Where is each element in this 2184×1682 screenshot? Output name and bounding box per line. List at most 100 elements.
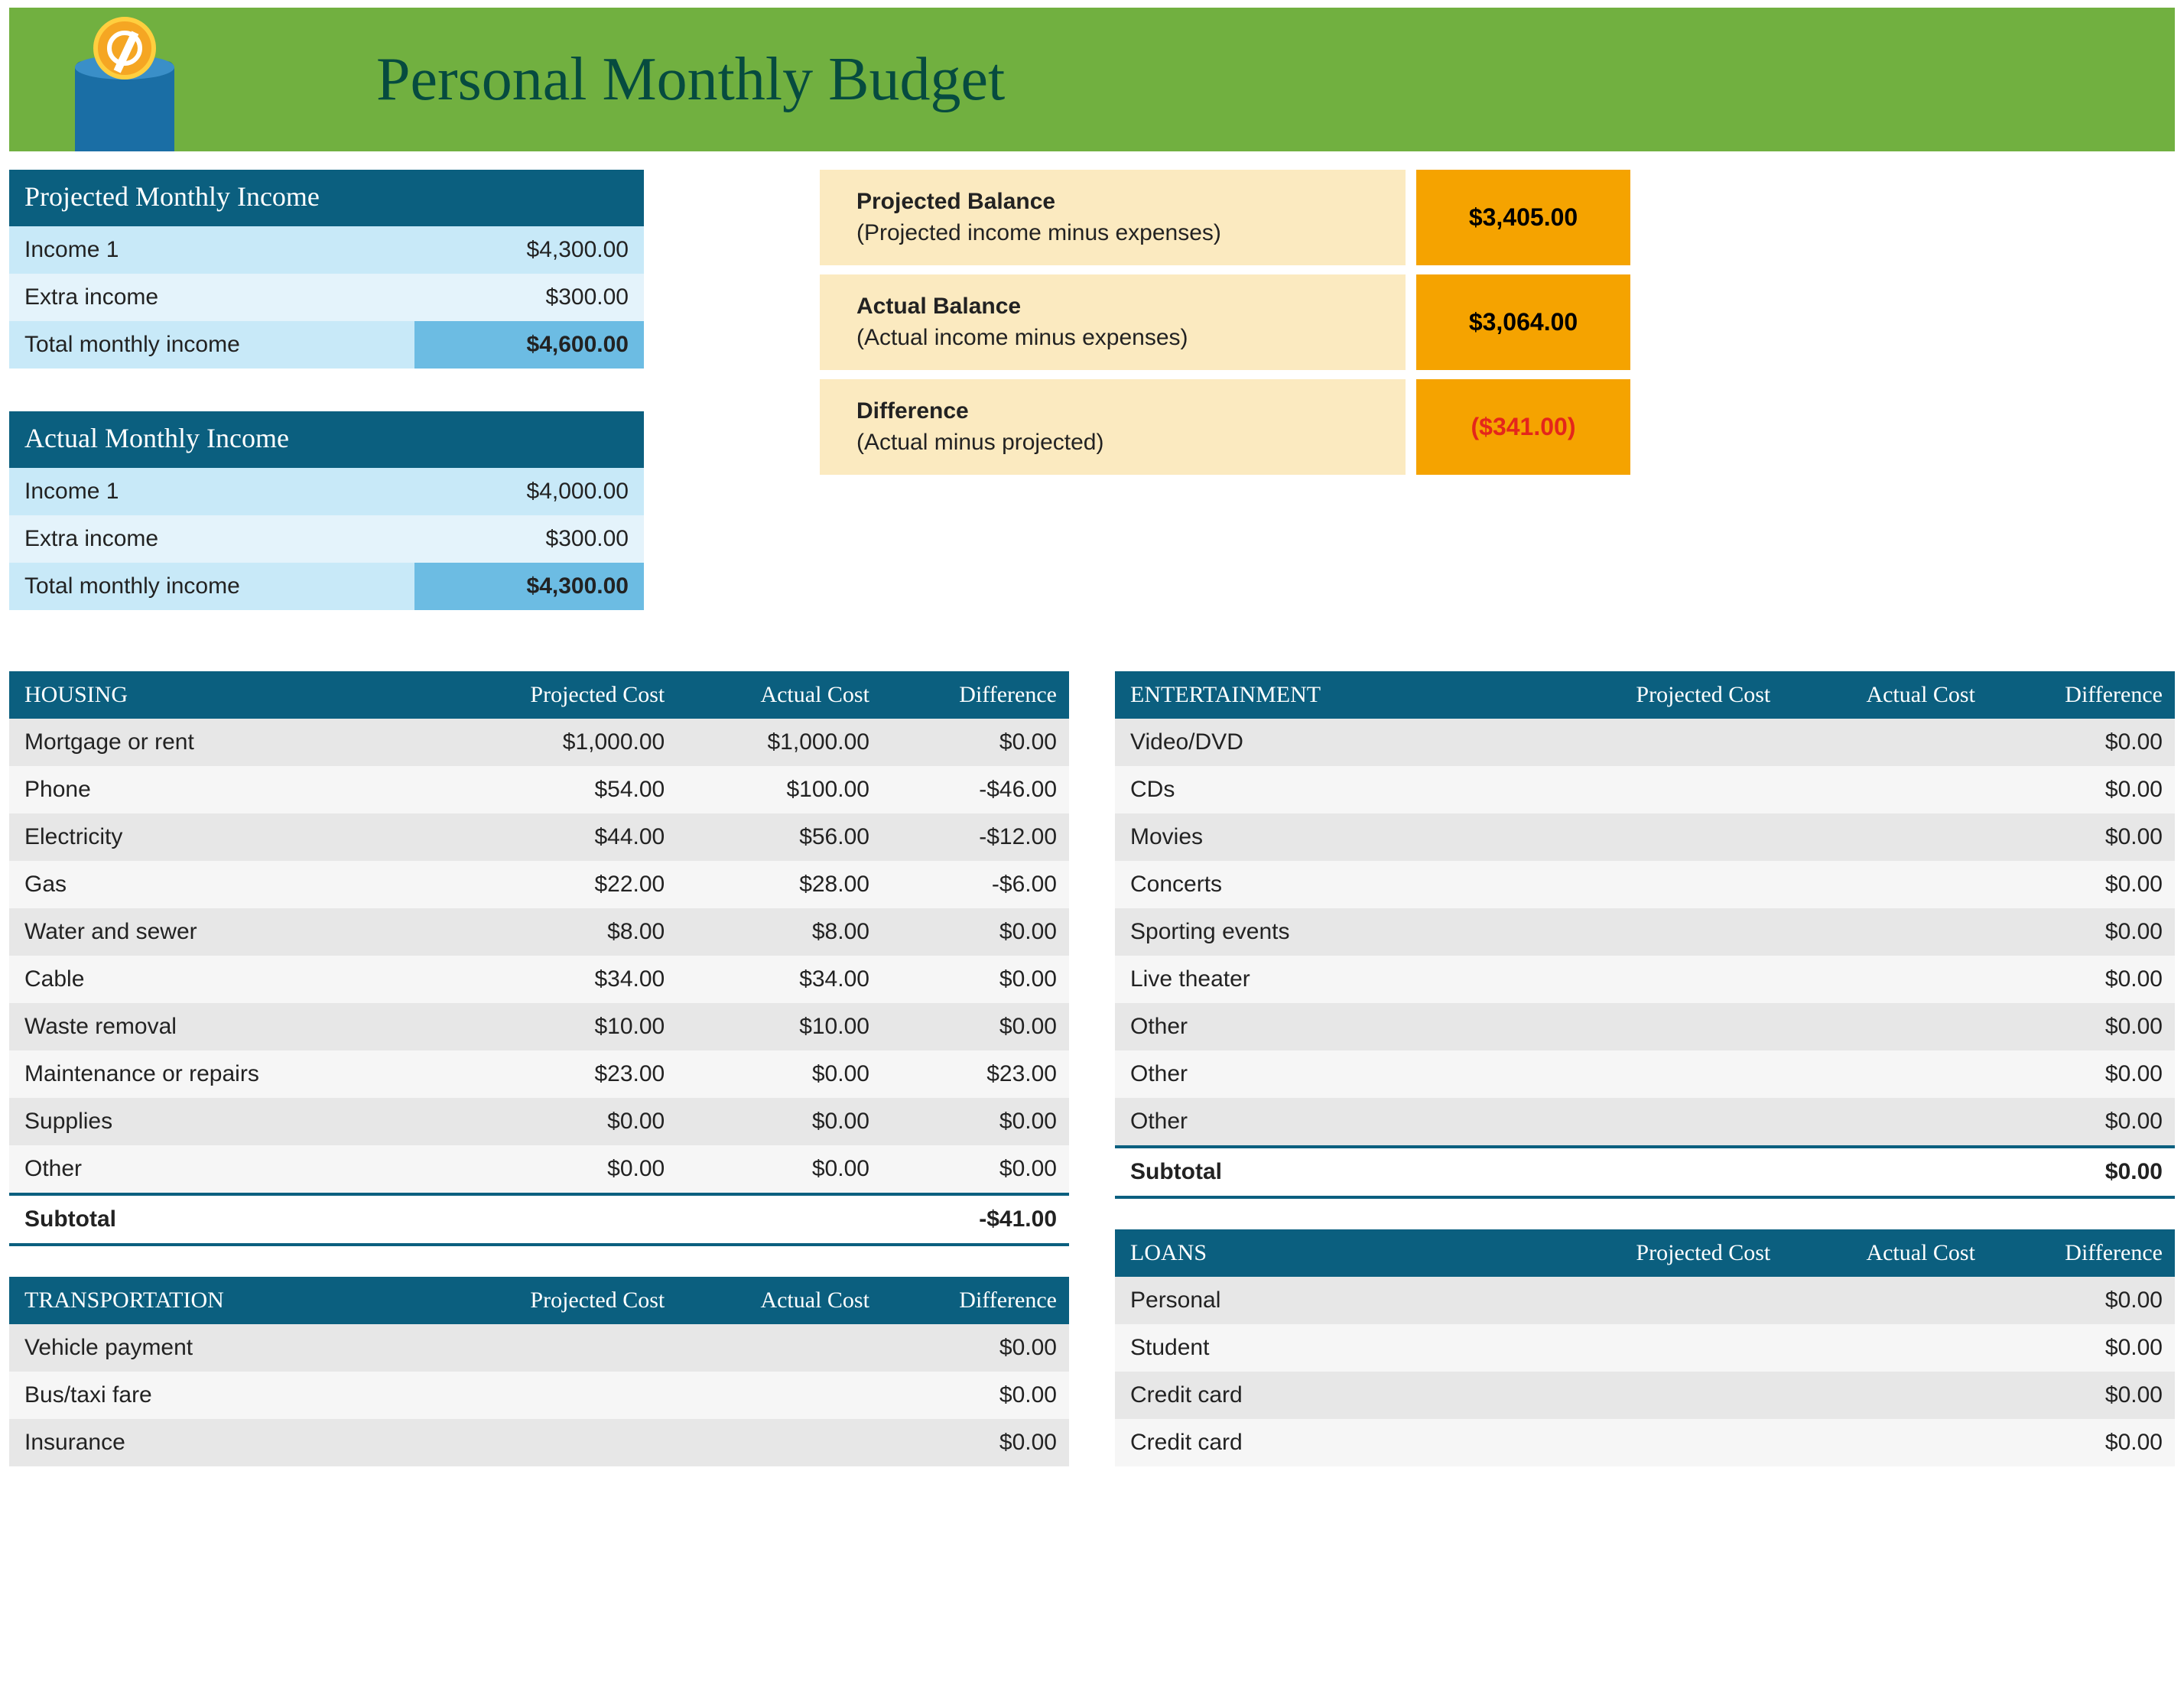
row-label: Credit card xyxy=(1115,1372,1539,1419)
actual-income-block: Actual Monthly Income Income 1 $4,000.00… xyxy=(9,411,644,610)
projected-cost: $34.00 xyxy=(433,956,677,1003)
actual-cost xyxy=(1783,1324,1987,1372)
table-row: Bus/taxi fare$0.00 xyxy=(9,1372,1069,1419)
row-label: Concerts xyxy=(1115,861,1539,908)
table-row: Live theater $0.00 xyxy=(1115,956,2175,1003)
projected-cost xyxy=(1539,719,1783,766)
actual-cost xyxy=(1783,1277,1987,1324)
income-label: Extra income xyxy=(24,284,158,310)
projected-cost xyxy=(1539,1098,1783,1145)
difference: $0.00 xyxy=(1987,766,2175,813)
row-label: Movies xyxy=(1115,813,1539,861)
income-total-row: Total monthly income $4,300.00 xyxy=(9,563,644,610)
difference: $0.00 xyxy=(1987,908,2175,956)
table-row: CDs $0.00 xyxy=(1115,766,2175,813)
row-label: Live theater xyxy=(1115,956,1539,1003)
table-row: Video/DVD$0.00 xyxy=(1115,719,2175,766)
row-label: Insurance xyxy=(9,1419,433,1466)
actual-cost: $56.00 xyxy=(677,813,882,861)
difference: $0.00 xyxy=(1987,813,2175,861)
table-row: Credit card $0.00 xyxy=(1115,1372,2175,1419)
difference: $0.00 xyxy=(1987,956,2175,1003)
balance-row: Projected Balance(Projected income minus… xyxy=(820,170,1630,265)
projected-cost: $0.00 xyxy=(433,1098,677,1145)
actual-cost: $100.00 xyxy=(677,766,882,813)
row-label: CDs xyxy=(1115,766,1539,813)
actual-cost: $10.00 xyxy=(677,1003,882,1050)
difference: $0.00 xyxy=(882,1324,1069,1372)
actual-cost xyxy=(1783,861,1987,908)
actual-cost: $8.00 xyxy=(677,908,882,956)
row-label: Other xyxy=(1115,1098,1539,1145)
difference: $0.00 xyxy=(1987,1277,2175,1324)
projected-cost: $8.00 xyxy=(433,908,677,956)
projected-cost xyxy=(433,1324,677,1372)
balance-value: $3,405.00 xyxy=(1416,170,1630,265)
column-header: Difference xyxy=(1987,1229,2175,1277)
balance-summary: Projected Balance(Projected income minus… xyxy=(820,170,1630,475)
balance-label: Actual Balance(Actual income minus expen… xyxy=(820,274,1406,370)
row-label: Maintenance or repairs xyxy=(9,1050,433,1098)
balance-row: Actual Balance(Actual income minus expen… xyxy=(820,274,1630,370)
projected-cost xyxy=(433,1372,677,1419)
projected-cost: $23.00 xyxy=(433,1050,677,1098)
income-label: Income 1 xyxy=(24,237,119,263)
actual-cost: $0.00 xyxy=(677,1050,882,1098)
actual-cost: $0.00 xyxy=(677,1145,882,1193)
category-name-header: ENTERTAINMENT xyxy=(1115,671,1539,719)
column-header: Difference xyxy=(882,671,1069,719)
row-label: Electricity xyxy=(9,813,433,861)
subtotal-value: $0.00 xyxy=(1987,1145,2175,1199)
category-table: HOUSINGProjected CostActual CostDifferen… xyxy=(9,671,1069,1246)
subtotal-row: Subtotal-$41.00 xyxy=(9,1193,1069,1246)
projected-cost xyxy=(1539,1372,1783,1419)
projected-cost: $54.00 xyxy=(433,766,677,813)
projected-cost xyxy=(1539,1050,1783,1098)
subtotal-label: Subtotal xyxy=(1115,1145,1539,1199)
row-label: Sporting events xyxy=(1115,908,1539,956)
actual-cost xyxy=(1783,956,1987,1003)
difference: $0.00 xyxy=(882,956,1069,1003)
subtotal-value xyxy=(433,1193,677,1246)
projected-cost xyxy=(1539,766,1783,813)
table-row: Other$0.00$0.00$0.00 xyxy=(9,1145,1069,1193)
balance-label: Projected Balance(Projected income minus… xyxy=(820,170,1406,265)
subtotal-row: Subtotal $0.00 xyxy=(1115,1145,2175,1199)
balance-value: $3,064.00 xyxy=(1416,274,1630,370)
difference: $0.00 xyxy=(1987,1324,2175,1372)
page-title: Personal Monthly Budget xyxy=(376,45,1005,115)
difference: $0.00 xyxy=(882,1419,1069,1466)
actual-cost xyxy=(1783,813,1987,861)
subtotal-label: Subtotal xyxy=(9,1193,433,1246)
row-label: Credit card xyxy=(1115,1419,1539,1466)
difference: $0.00 xyxy=(1987,1372,2175,1419)
row-label: Other xyxy=(1115,1050,1539,1098)
actual-cost: $34.00 xyxy=(677,956,882,1003)
left-category-column: HOUSINGProjected CostActual CostDifferen… xyxy=(9,671,1069,1466)
projected-cost xyxy=(1539,1324,1783,1372)
table-row: Student$0.00 xyxy=(1115,1324,2175,1372)
actual-cost xyxy=(677,1372,882,1419)
table-row: Credit card$0.00 xyxy=(1115,1419,2175,1466)
row-label: Supplies xyxy=(9,1098,433,1145)
income-label: Extra income xyxy=(24,526,158,552)
difference: $0.00 xyxy=(882,1145,1069,1193)
income-row: Extra income $300.00 xyxy=(9,515,644,563)
difference: -$12.00 xyxy=(882,813,1069,861)
table-row: Waste removal$10.00$10.00$0.00 xyxy=(9,1003,1069,1050)
category-name-header: TRANSPORTATION xyxy=(9,1277,433,1324)
column-header: Projected Cost xyxy=(433,671,677,719)
difference: -$6.00 xyxy=(882,861,1069,908)
row-label: Bus/taxi fare xyxy=(9,1372,433,1419)
row-label: Water and sewer xyxy=(9,908,433,956)
actual-cost xyxy=(1783,1372,1987,1419)
row-label: Gas xyxy=(9,861,433,908)
projected-cost: $44.00 xyxy=(433,813,677,861)
actual-cost xyxy=(677,1324,882,1372)
income-total-value: $4,600.00 xyxy=(414,321,644,369)
table-row: Electricity$44.00$56.00-$12.00 xyxy=(9,813,1069,861)
difference: $0.00 xyxy=(882,1098,1069,1145)
actual-cost: $0.00 xyxy=(677,1098,882,1145)
table-row: Gas$22.00$28.00-$6.00 xyxy=(9,861,1069,908)
balance-value: ($341.00) xyxy=(1416,379,1630,475)
